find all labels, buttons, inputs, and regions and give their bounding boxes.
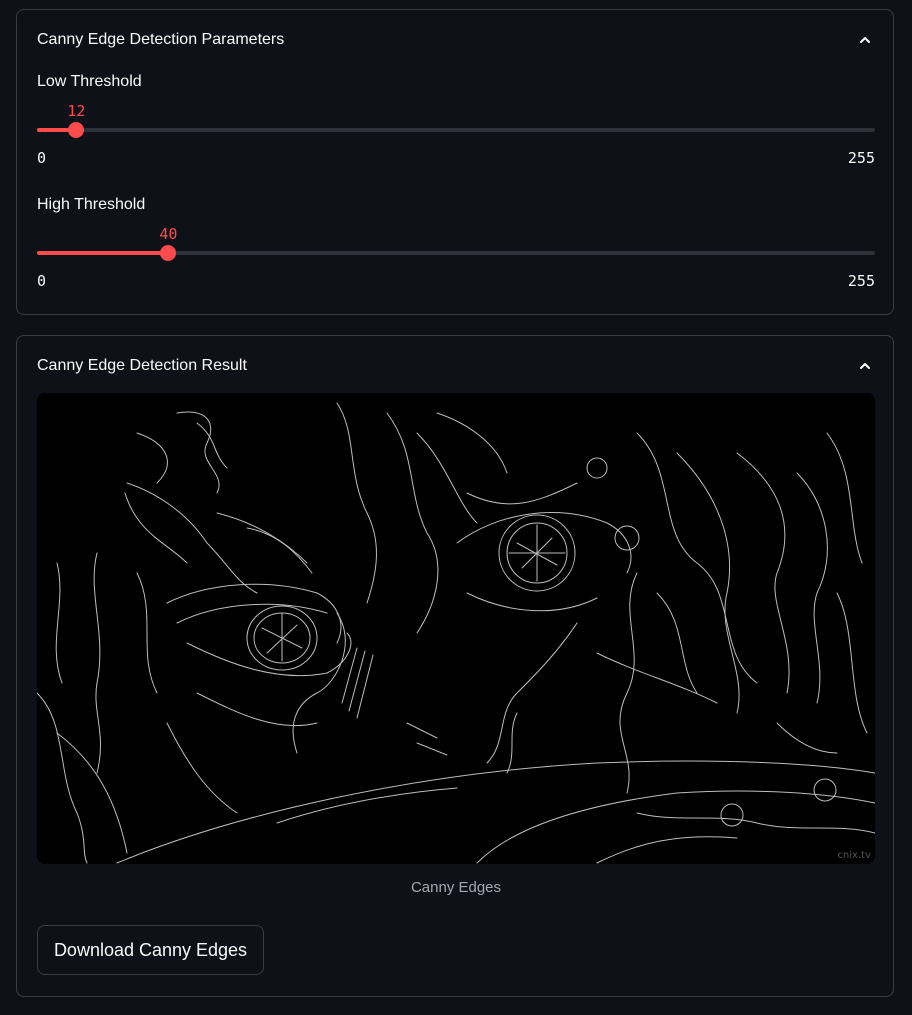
slider-track bbox=[37, 128, 875, 132]
result-expander-header[interactable]: Canny Edge Detection Result bbox=[37, 354, 873, 378]
high-threshold-range: 0 255 bbox=[37, 272, 875, 290]
slider-max-label: 255 bbox=[847, 272, 875, 290]
slider-max-label: 255 bbox=[847, 149, 875, 167]
slider-min-label: 0 bbox=[37, 272, 47, 290]
download-canny-edges-button[interactable]: Download Canny Edges bbox=[37, 925, 264, 975]
params-expander-header[interactable]: Canny Edge Detection Parameters bbox=[37, 28, 873, 52]
slider-min-label: 0 bbox=[37, 149, 47, 167]
slider-thumb[interactable] bbox=[68, 122, 85, 138]
result-expander: Canny Edge Detection Result cnix.tv Cann… bbox=[16, 335, 894, 997]
low-threshold-range: 0 255 bbox=[37, 149, 875, 167]
chevron-up-icon[interactable] bbox=[857, 32, 873, 48]
slider-value: 40 bbox=[159, 225, 178, 243]
high-threshold-slider[interactable]: 40 bbox=[37, 225, 875, 273]
slider-thumb[interactable] bbox=[160, 245, 177, 261]
low-threshold-label: Low Threshold bbox=[37, 73, 142, 90]
image-caption: Canny Edges bbox=[410, 879, 502, 896]
canny-edges-image: cnix.tv bbox=[37, 393, 875, 864]
params-expander-title: Canny Edge Detection Parameters bbox=[37, 31, 285, 48]
slider-fill bbox=[37, 251, 169, 255]
chevron-up-icon[interactable] bbox=[857, 358, 873, 374]
params-expander: Canny Edge Detection Parameters Low Thre… bbox=[16, 9, 894, 315]
low-threshold-slider[interactable]: 12 bbox=[37, 102, 875, 150]
watermark-text: cnix.tv bbox=[837, 850, 871, 861]
result-expander-title: Canny Edge Detection Result bbox=[37, 357, 247, 374]
slider-value: 12 bbox=[67, 102, 86, 120]
high-threshold-label: High Threshold bbox=[37, 196, 146, 213]
